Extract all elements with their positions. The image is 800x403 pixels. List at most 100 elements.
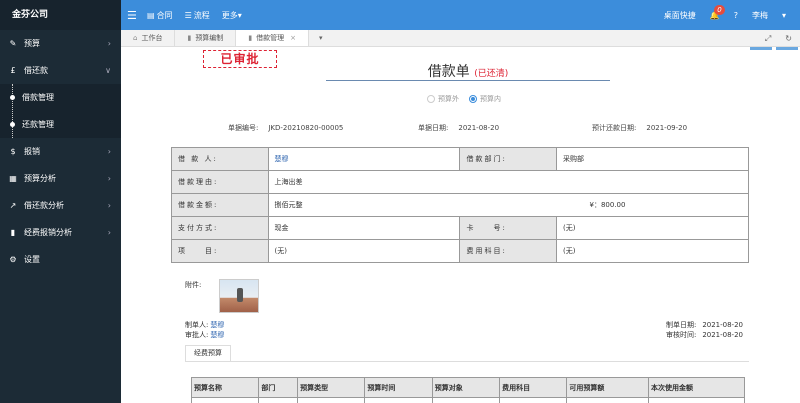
radio-off-budget[interactable]: 预算外: [427, 94, 459, 104]
sidebar-item-settings[interactable]: ⚙ 设置: [0, 246, 121, 273]
tab-workbench[interactable]: ⌂ 工作台: [121, 30, 176, 46]
table-cell: [258, 397, 299, 403]
refresh-icon[interactable]: ↻: [785, 34, 792, 43]
table-cell: [566, 397, 650, 403]
project-value: (无): [267, 239, 461, 263]
gear-icon: ⚙: [9, 255, 17, 264]
pay-method-value: 现金: [267, 216, 461, 240]
attachment-thumbnail[interactable]: [219, 279, 259, 313]
sidebar-item-label: 预算: [24, 39, 40, 48]
meta-value: 2021-09-20: [646, 124, 688, 132]
table-row: 借款金额: 捌佰元整 ¥：800.00: [171, 193, 749, 217]
loan-form-table: 借 款 人: 楚穆 借款部门: 采购部 借款理由: 上海出差 借款金额: 捌佰元…: [171, 147, 750, 263]
tab-label: 借款管理: [256, 34, 285, 42]
close-icon[interactable]: ×: [290, 34, 296, 42]
doc-date: 单据日期: 2021-08-20: [418, 123, 499, 133]
home-icon: ⌂: [133, 34, 138, 42]
table-cell: [431, 397, 501, 403]
tab-dropdown-icon[interactable]: ▾: [309, 30, 333, 46]
radio-circle-icon: [427, 95, 435, 103]
chevron-right-icon: ›: [107, 201, 111, 210]
hamburger-menu-icon[interactable]: ☰: [127, 9, 137, 22]
tab-budget-prep[interactable]: ▮ 预算编制: [175, 30, 237, 46]
subject-label: 费用科目:: [459, 239, 557, 263]
topbar-link-label: 更多▾: [221, 10, 242, 20]
sidebar-item-reimburse[interactable]: $ 报销 ›: [0, 138, 121, 165]
sidebar-item-label: 报销: [24, 147, 40, 156]
radio-label: 预算外: [438, 95, 459, 103]
tab-tools: ⤢ ↻: [765, 30, 792, 47]
amount-value: 捌佰元整 ¥：800.00: [267, 193, 749, 217]
tab-loan-manage[interactable]: ▮ 借款管理 ×: [236, 30, 310, 46]
top-navbar: ☰ ▤ 合同 ☰ 流程 更多▾ 桌面快捷 🔔 0 ? 李梅 ▾: [121, 0, 800, 30]
column-header: 本次使用金额: [648, 377, 745, 398]
amount-number: ¥：800.00: [589, 201, 626, 209]
status-badge: (已还清): [474, 69, 509, 79]
topbar-link-more[interactable]: 更多▾: [222, 10, 242, 21]
brand-title: 金芬公司: [0, 0, 121, 30]
chevron-right-icon: ›: [107, 228, 111, 237]
contract-icon: ▤: [147, 10, 155, 20]
table-cell: [499, 397, 568, 403]
sidebar-item-budget-analysis[interactable]: ▦ 预算分析 ›: [0, 165, 121, 192]
column-header: 预算名称: [190, 377, 260, 398]
notification-badge: 0: [714, 4, 725, 15]
budget-table: 预算名称 部门 预算类型 预算时间 预算对象 费用科目 可用预算额 本次使用金额: [190, 377, 745, 403]
subject-value: (无): [555, 239, 750, 263]
sidebar-item-budget[interactable]: ✎ 预算 ›: [0, 30, 121, 57]
auditor-info: 审批人: 楚穆: [185, 330, 224, 340]
edit-icon: ✎: [9, 39, 17, 48]
column-header: 预算类型: [297, 377, 366, 398]
auditor-value[interactable]: 楚穆: [210, 331, 224, 339]
meta-label: 单据日期:: [418, 124, 449, 132]
action-button[interactable]: [750, 47, 772, 50]
sidebar-subitem-loan-manage[interactable]: 借款管理: [0, 84, 121, 111]
borrower-value[interactable]: 楚穆: [267, 147, 461, 171]
amount-chinese: 捌佰元整: [274, 201, 303, 209]
bookmark-icon: ▮: [187, 34, 192, 42]
bell-icon[interactable]: 🔔 0: [710, 4, 725, 20]
tab-label: 预算编制: [195, 34, 224, 42]
user-name[interactable]: 李梅: [752, 10, 768, 21]
doc-title: 借款单: [427, 64, 470, 80]
sidebar-item-loan[interactable]: £ 借还款 ∨: [0, 57, 121, 84]
table-icon: ▦: [9, 174, 17, 183]
table-row: 借款理由: 上海出差: [171, 170, 749, 194]
sidebar-item-reimburse-analysis[interactable]: ▮ 经费报销分析 ›: [0, 219, 121, 246]
maker-value[interactable]: 楚穆: [210, 321, 224, 329]
table-cell: [190, 397, 260, 403]
sidebar: 金芬公司 ✎ 预算 › £ 借还款 ∨ 借款管理 还款管理 $ 报销 › ▦ 预…: [0, 0, 121, 403]
line-chart-icon: ↗: [9, 201, 17, 210]
column-header: 预算对象: [431, 377, 501, 398]
make-date-value: 2021-08-20: [702, 321, 743, 329]
chevron-right-icon: ›: [107, 39, 111, 48]
table-cell: [297, 397, 366, 403]
chevron-down-icon[interactable]: ▾: [782, 11, 786, 20]
sidebar-item-loan-analysis[interactable]: ↗ 借还款分析 ›: [0, 192, 121, 219]
dept-value: 采购部: [555, 147, 750, 171]
radio-in-budget[interactable]: 预算内: [469, 94, 501, 104]
table-row: 支付方式: 现金 卡 号: (无): [171, 216, 750, 240]
sidebar-item-label: 经费报销分析: [24, 228, 72, 237]
sidebar-subitem-repay-manage[interactable]: 还款管理: [0, 111, 121, 138]
pay-method-label: 支付方式:: [171, 216, 269, 240]
page-title: 借款单 (已还清): [326, 61, 610, 81]
doc-number: 单据编号: JKD-20210820-00005: [228, 123, 343, 133]
sidebar-item-label: 借还款: [24, 66, 48, 75]
topbar-link-process[interactable]: ☰ 流程: [185, 10, 210, 21]
audit-time-label: 审核时间:: [665, 331, 697, 339]
chevron-right-icon: ›: [107, 147, 111, 156]
card-label: 卡 号:: [459, 216, 557, 240]
topbar-link-contract[interactable]: ▤ 合同: [147, 10, 173, 21]
table-row: [190, 397, 745, 403]
maker-info: 制单人: 楚穆: [185, 320, 224, 330]
tab-budget-funds[interactable]: 经费预算: [185, 345, 231, 361]
tab-label: 工作台: [141, 34, 163, 42]
help-icon[interactable]: ?: [734, 11, 738, 20]
action-button[interactable]: [776, 47, 798, 50]
maker-label: 制单人:: [185, 321, 209, 329]
desktop-shortcut-link[interactable]: 桌面快捷: [664, 10, 696, 21]
topbar-link-label: 流程: [193, 10, 210, 20]
expand-icon[interactable]: ⤢: [765, 34, 771, 44]
chevron-right-icon: ›: [107, 174, 111, 183]
